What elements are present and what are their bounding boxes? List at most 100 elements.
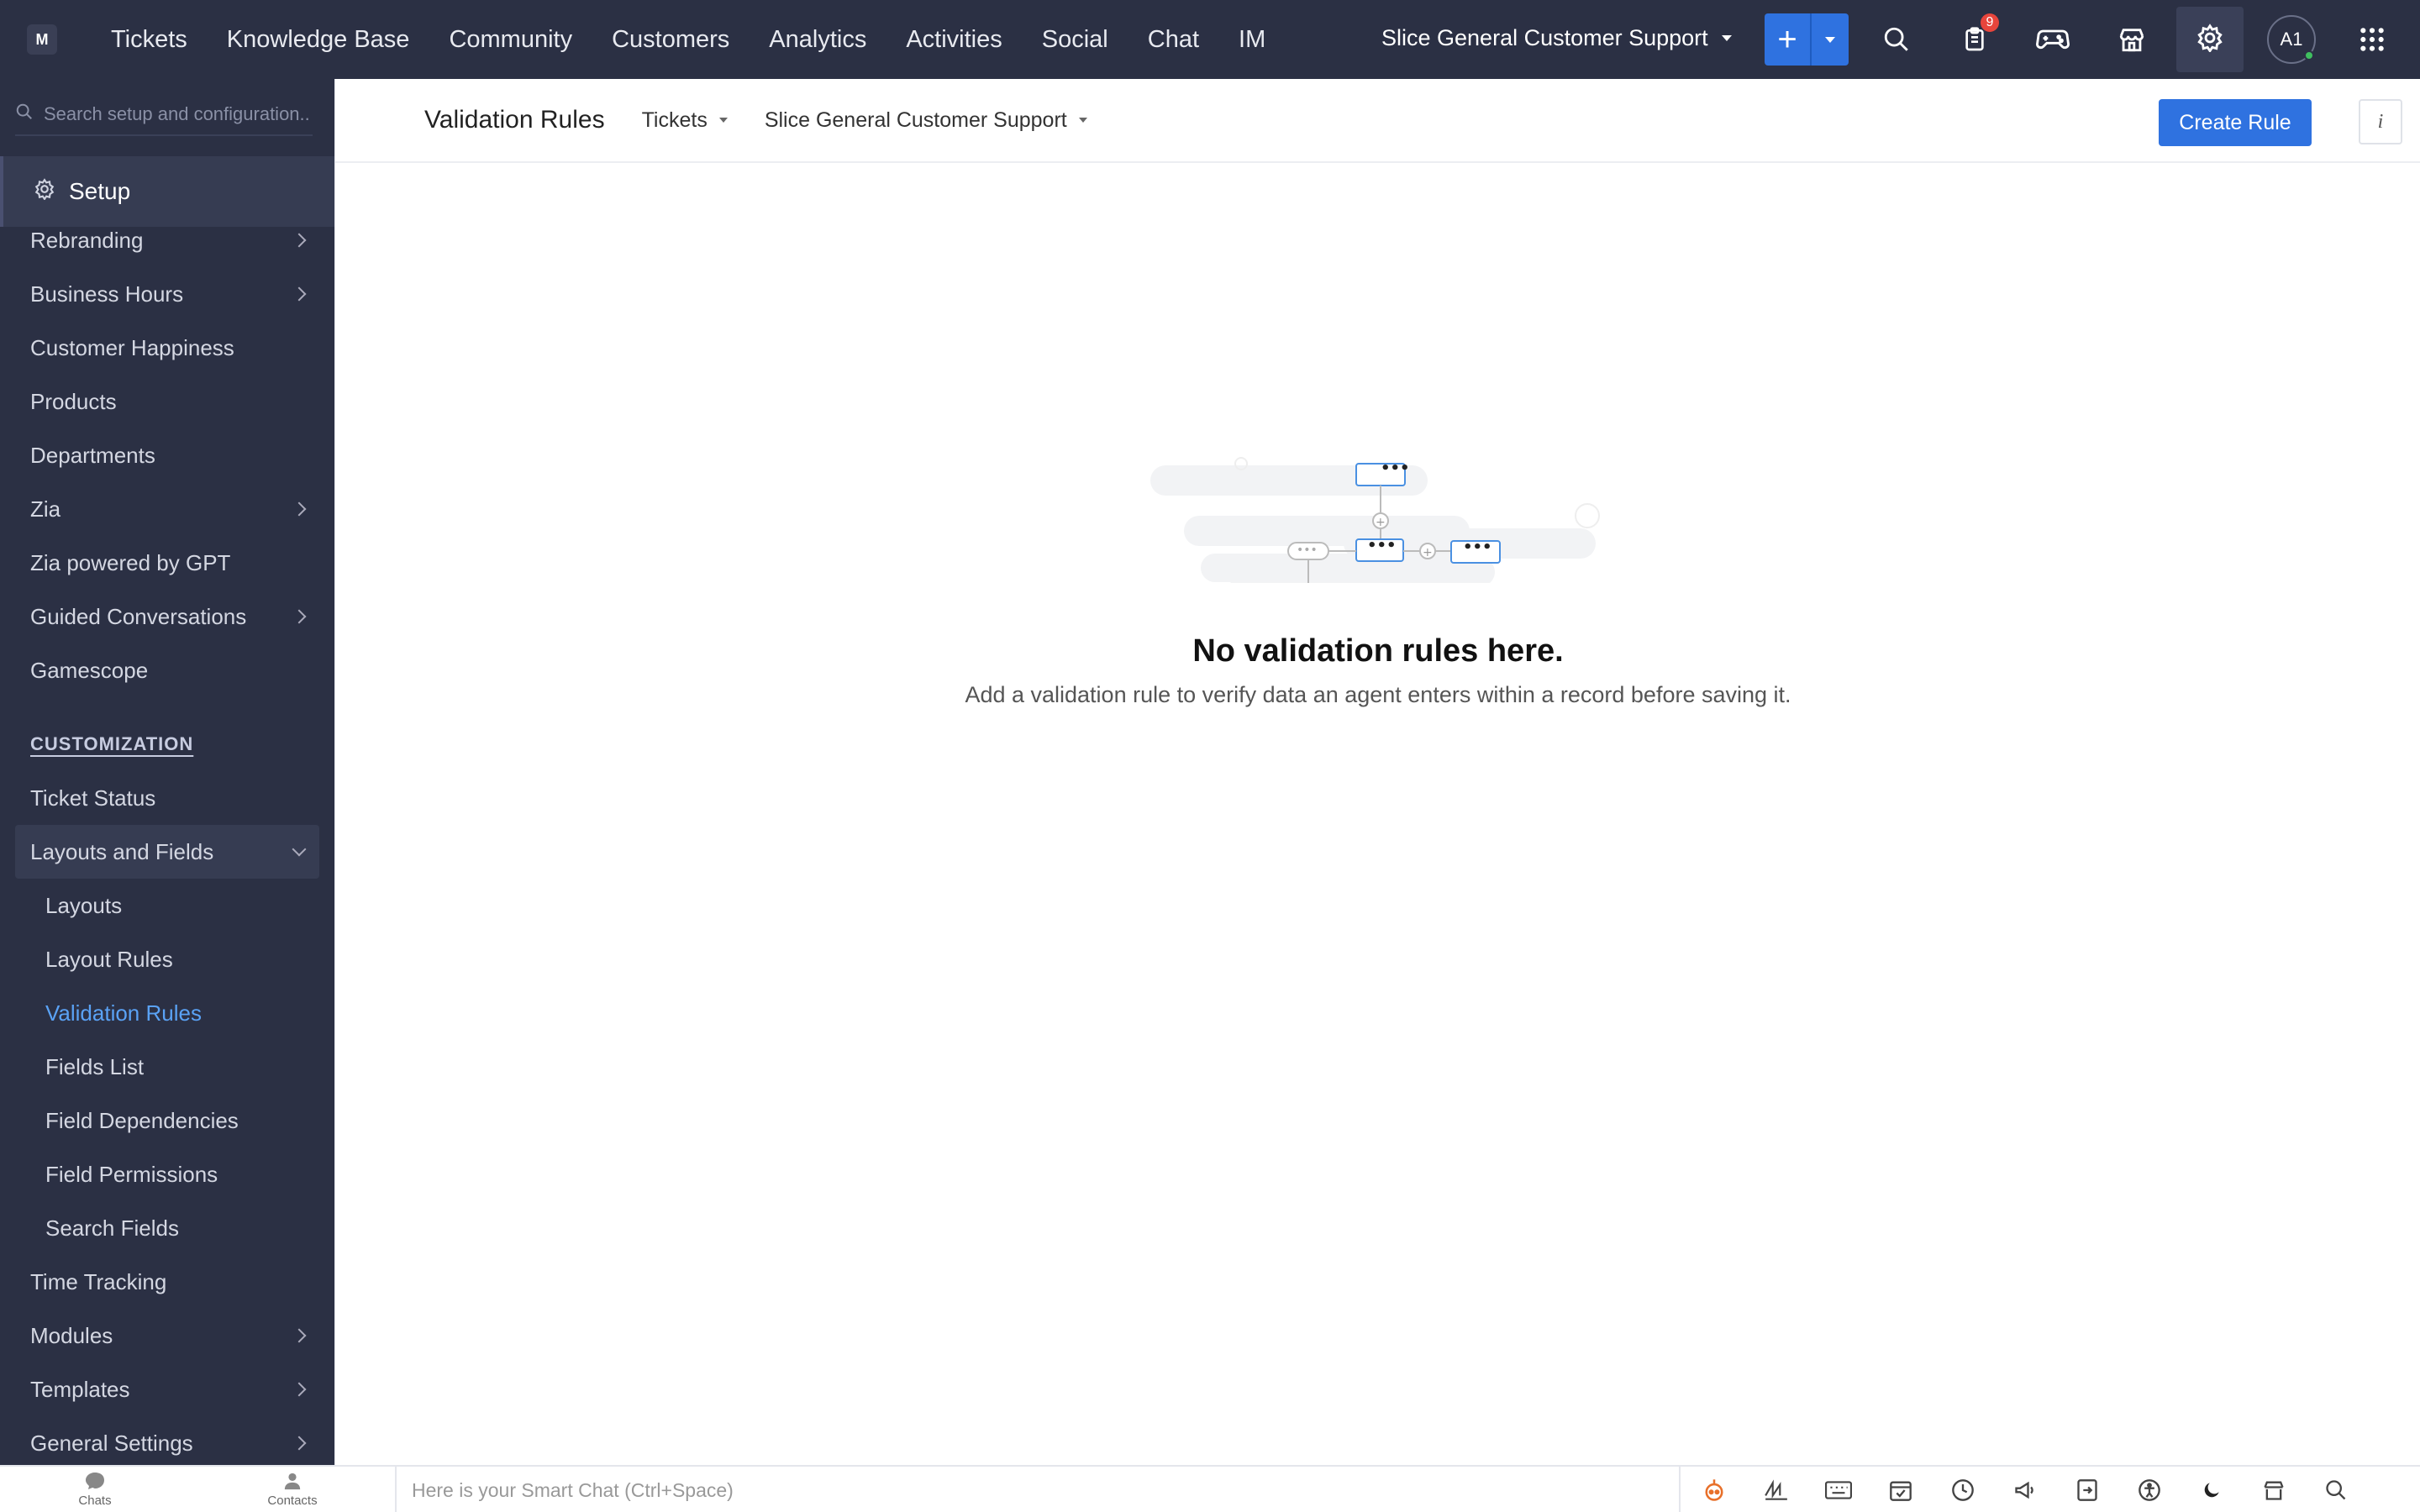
dark-mode-icon[interactable] (2195, 1473, 2228, 1507)
sidebar-item-departments[interactable]: Departments (0, 428, 334, 482)
setup-sidebar: Search setup and configuration.. Setup R… (0, 79, 334, 1465)
accessibility-icon[interactable] (2133, 1473, 2166, 1507)
zia-bot-icon[interactable] (1697, 1473, 1731, 1507)
tab-analytics[interactable]: Analytics (769, 26, 866, 54)
chevron-right-icon (292, 286, 307, 302)
svg-text:•••: ••• (1367, 537, 1397, 554)
sidebar-subitem-layouts[interactable]: Layouts (0, 879, 334, 932)
section-customization: CUSTOMIZATION (30, 733, 194, 754)
empty-state-illustration: ••• + ••• ••• + ••• (1142, 356, 1629, 650)
new-item-dropdown[interactable] (1812, 13, 1849, 66)
tab-tickets[interactable]: Tickets (111, 26, 187, 54)
sidebar-subitem-search-fields[interactable]: Search Fields (0, 1201, 334, 1255)
tab-social[interactable]: Social (1042, 26, 1108, 54)
sidebar-subitem-field-dependencies[interactable]: Field Dependencies (0, 1094, 334, 1147)
setup-gear-button[interactable] (2176, 7, 2244, 72)
module-tabs: Tickets Knowledge Base Community Custome… (111, 26, 1305, 54)
new-item-button[interactable]: + (1765, 13, 1849, 66)
clock-icon[interactable] (1946, 1473, 1980, 1507)
tab-activities[interactable]: Activities (906, 26, 1002, 54)
sidebar-subitem-validation-rules[interactable]: Validation Rules (0, 986, 334, 1040)
sidebar-item-templates[interactable]: Templates (0, 1362, 334, 1416)
sidebar-item-business-hours[interactable]: Business Hours (0, 267, 334, 321)
tab-im[interactable]: IM (1239, 26, 1265, 54)
search-placeholder: Search setup and configuration.. (44, 103, 310, 124)
tab-knowledge-base[interactable]: Knowledge Base (227, 26, 410, 54)
department-label: Slice General Customer Support (1381, 25, 1708, 50)
chevron-right-icon (292, 1328, 307, 1343)
sidebar-subitem-layout-rules[interactable]: Layout Rules (0, 932, 334, 986)
chevron-right-icon (292, 1436, 307, 1451)
notifications-icon[interactable]: 9 (1955, 13, 1999, 59)
tab-community[interactable]: Community (449, 26, 572, 54)
online-status-dot (2304, 50, 2314, 60)
sidebar-item-modules[interactable]: Modules (0, 1309, 334, 1362)
sidebar-item-layouts-and-fields[interactable]: Layouts and Fields (15, 825, 319, 879)
smart-chat-input[interactable]: Here is your Smart Chat (Ctrl+Space) (395, 1467, 1681, 1512)
notification-badge: 9 (1981, 13, 1999, 32)
chevron-right-icon (292, 609, 307, 624)
main-content: Validation Rules Tickets Slice General C… (334, 79, 2420, 1465)
chevron-right-icon (292, 501, 307, 517)
marketplace-icon[interactable] (2112, 20, 2151, 59)
bottom-toolbar-icons (1697, 1473, 2353, 1507)
avatar[interactable]: A1 (2267, 15, 2316, 64)
search-icon[interactable] (2319, 1473, 2353, 1507)
sidebar-item-zia[interactable]: Zia (0, 482, 334, 536)
sidebar-item-gamescope[interactable]: Gamescope (0, 643, 334, 697)
setup-search-input[interactable]: Search setup and configuration.. (15, 94, 313, 136)
sidebar-item-zia-gpt[interactable]: Zia powered by GPT (0, 536, 334, 590)
sidebar-item-time-tracking[interactable]: Time Tracking (0, 1255, 334, 1309)
gear-icon (2196, 23, 2224, 56)
gamepad-icon[interactable] (2033, 20, 2072, 59)
search-icon[interactable] (1877, 20, 1916, 59)
search-icon (15, 102, 34, 126)
sidebar-item-general-settings[interactable]: General Settings (0, 1416, 334, 1465)
setup-label: Setup (69, 178, 131, 204)
caret-down-icon (1078, 118, 1087, 123)
department-switcher[interactable]: Slice General Customer Support (1381, 25, 1732, 51)
sidebar-item-guided-conversations[interactable]: Guided Conversations (0, 590, 334, 643)
gear-icon (34, 177, 55, 206)
sidebar-item-ticket-status[interactable]: Ticket Status (0, 771, 334, 825)
contacts-tab[interactable]: Contacts (190, 1472, 395, 1508)
sidebar-subitem-fields-list[interactable]: Fields List (0, 1040, 334, 1094)
sidebar-menu: Rebranding Business Hours Customer Happi… (0, 213, 334, 1465)
svg-text:+: + (1376, 516, 1386, 529)
calendar-check-icon[interactable] (1884, 1473, 1918, 1507)
page-header: Validation Rules Tickets Slice General C… (335, 79, 2420, 163)
info-button[interactable]: i (2359, 99, 2402, 144)
caret-down-icon (1721, 35, 1732, 41)
page-title: Validation Rules (424, 106, 605, 134)
sidebar-item-rebranding[interactable]: Rebranding (0, 213, 334, 267)
tab-chat[interactable]: Chat (1148, 26, 1199, 54)
svg-text:•••: ••• (1381, 459, 1410, 477)
tab-customers[interactable]: Customers (612, 26, 729, 54)
plus-icon[interactable]: + (1765, 13, 1812, 66)
module-dropdown[interactable]: Tickets (642, 108, 728, 133)
empty-state-title: No validation rules here. (1192, 633, 1564, 669)
signature-icon[interactable] (1760, 1473, 1793, 1507)
sync-icon[interactable] (2070, 1473, 2104, 1507)
chevron-down-icon (292, 842, 307, 857)
store-icon[interactable] (2257, 1473, 2291, 1507)
svg-text:•••: ••• (1463, 538, 1492, 556)
app-grid-icon[interactable] (2353, 20, 2391, 59)
chevron-right-icon (292, 233, 307, 248)
bottom-bar: Chats Contacts Here is your Smart Chat (… (0, 1465, 2420, 1512)
sidebar-item-customer-happiness[interactable]: Customer Happiness (0, 321, 334, 375)
create-rule-button[interactable]: Create Rule (2159, 99, 2312, 146)
caret-down-icon (718, 118, 728, 123)
megaphone-icon[interactable] (2008, 1473, 2042, 1507)
sidebar-item-products[interactable]: Products (0, 375, 334, 428)
keyboard-icon[interactable] (1822, 1473, 1855, 1507)
sidebar-subitem-field-permissions[interactable]: Field Permissions (0, 1147, 334, 1201)
chat-bubble-icon (85, 1472, 105, 1494)
app-logo[interactable]: M (27, 24, 57, 55)
chats-tab[interactable]: Chats (0, 1472, 190, 1508)
contact-icon (283, 1472, 302, 1494)
chevron-right-icon (292, 1382, 307, 1397)
department-dropdown[interactable]: Slice General Customer Support (765, 108, 1087, 133)
empty-state-description: Add a validation rule to verify data an … (965, 682, 1791, 707)
